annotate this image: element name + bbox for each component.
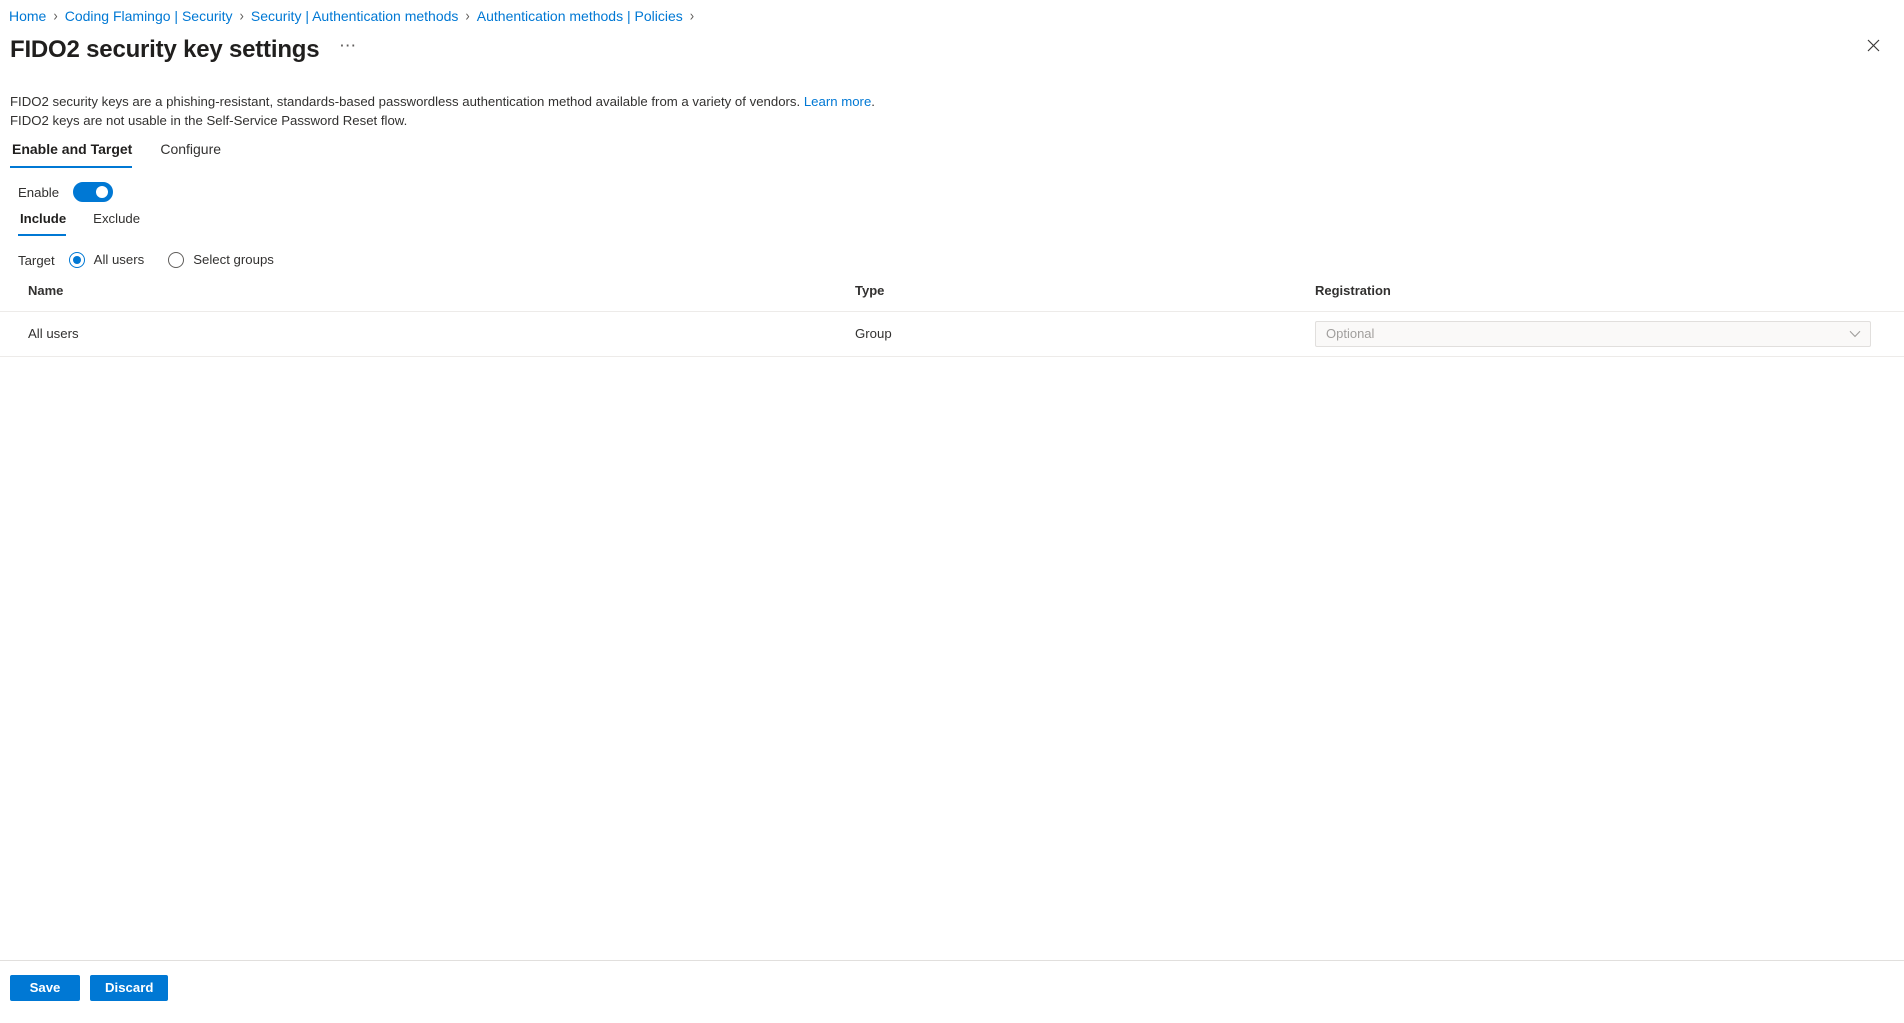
cell-type: Group [855,311,1315,357]
include-exclude-tabs: Include Exclude [0,200,1904,236]
ellipsis-icon[interactable]: ⋯ [335,37,361,63]
target-row: Target All users Select groups [0,236,1904,268]
breadcrumb-item-home[interactable]: Home [9,6,46,26]
registration-dropdown-value: Optional [1326,326,1375,341]
enable-toggle[interactable] [73,182,114,202]
column-header-registration: Registration [1315,282,1904,312]
learn-more-link[interactable]: Learn more [804,94,871,109]
cell-name: All users [0,311,855,357]
tab-configure[interactable]: Configure [158,139,231,168]
breadcrumb-item-authentication-methods-policies[interactable]: Authentication methods | Policies [477,6,683,26]
table-row[interactable]: All users Group Optional [0,311,1904,357]
radio-selected-icon [68,252,85,268]
enable-label: Enable [18,184,60,200]
column-header-type: Type [855,282,1315,312]
enable-row: Enable [0,168,1904,202]
breadcrumb-separator-icon: › [465,6,470,25]
table-header: Name Type Registration [0,282,1904,312]
toggle-knob [96,186,109,198]
description-text-1: FIDO2 security keys are a phishing-resis… [10,94,804,109]
page-title: FIDO2 security key settings [10,36,320,63]
blade-fido2-security-key-settings: Home › Coding Flamingo | Security › Secu… [0,0,1904,1023]
table-body: All users Group Optional [0,311,1904,357]
tab-include[interactable]: Include [18,210,74,236]
target-table-container: Name Type Registration All users Group O… [0,266,1904,960]
description-line-1: FIDO2 security keys are a phishing-resis… [10,92,1904,111]
tab-exclude[interactable]: Exclude [91,210,148,236]
close-button[interactable] [1856,28,1890,62]
breadcrumb: Home › Coding Flamingo | Security › Secu… [0,0,1904,26]
blade-footer: Save Discard [0,960,1904,1023]
cell-registration: Optional [1315,311,1904,357]
breadcrumb-separator-icon: › [239,6,244,25]
target-table: Name Type Registration All users Group O… [0,282,1904,357]
description-period: . [871,94,875,109]
breadcrumb-separator-icon: › [53,6,58,25]
description-line-2: FIDO2 keys are not usable in the Self-Se… [10,113,408,128]
breadcrumb-separator-icon: › [689,6,695,25]
table-header-row: Name Type Registration [0,282,1904,312]
column-header-name: Name [0,282,855,312]
discard-button[interactable]: Discard [90,975,169,1001]
close-icon [1867,39,1879,51]
breadcrumb-item-coding-flamingo-security[interactable]: Coding Flamingo | Security [65,6,233,26]
pivot-tabs: Enable and Target Configure [0,130,1904,168]
save-button[interactable]: Save [10,975,80,1001]
chevron-down-icon [1849,330,1861,338]
registration-dropdown[interactable]: Optional [1315,321,1871,347]
breadcrumb-item-security-authentication-methods[interactable]: Security | Authentication methods [251,6,459,26]
blade-title-row: FIDO2 security key settings ⋯ [0,26,1904,66]
blade-description: FIDO2 security keys are a phishing-resis… [0,66,1904,130]
tab-enable-and-target[interactable]: Enable and Target [10,139,142,168]
